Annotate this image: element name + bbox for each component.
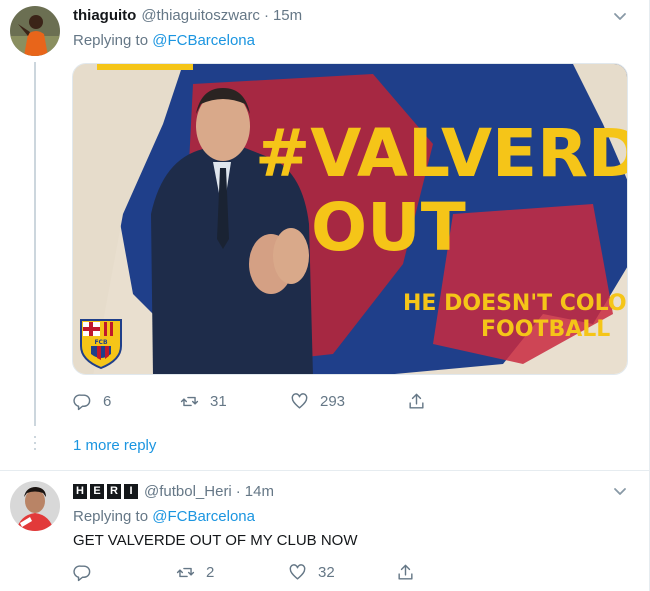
replying-prefix: Replying to [73,32,149,49]
crest-text: FCB [94,339,108,346]
retweet-count: 31 [210,393,227,410]
name-char: H [73,484,87,499]
like-button[interactable]: 32 [288,563,396,582]
reply-icon [73,394,91,411]
replying-to-link[interactable]: @FCBarcelona [152,32,255,49]
headline-line1: #VALVERDE [255,115,628,192]
thread-dots [34,436,36,454]
retweet-button[interactable]: 2 [176,563,288,582]
tweet-thiaguito[interactable]: thiaguito @thiaguitoszwarc · 15m Replyin… [0,0,650,470]
like-count: 293 [320,393,346,410]
chevron-down-icon[interactable] [612,483,628,499]
share-icon [398,564,413,580]
reply-count: 6 [103,393,112,410]
user-handle[interactable]: @futbol_Heri [144,483,232,500]
share-icon [409,393,424,409]
replying-to-link[interactable]: @FCBarcelona [152,508,255,525]
heart-icon [291,393,308,409]
tweet-header: thiaguito @thiaguitoszwarc · 15m [73,7,302,24]
tweet-image[interactable]: #VALVERDE OUT HE DOESN'T COLOR FOOTBALL … [72,63,628,375]
reply-button[interactable] [73,563,176,582]
name-char: I [124,484,138,499]
tweet-text: GET VALVERDE OUT OF MY CLUB NOW [73,532,358,549]
replying-to: Replying to @FCBarcelona [73,508,255,525]
retweet-button[interactable]: 31 [180,392,290,411]
avatar[interactable] [10,481,60,531]
subheadline-line1: HE DOESN'T COLOR [403,291,628,316]
display-name[interactable]: thiaguito [73,7,136,24]
retweet-count: 2 [206,564,215,581]
more-replies-link[interactable]: 1 more reply [73,437,156,454]
replying-to: Replying to @FCBarcelona [73,32,255,49]
display-name[interactable]: H E R I [73,484,138,499]
fcb-crest-icon: FCB [80,319,122,370]
timestamp[interactable]: 15m [273,7,302,24]
chevron-down-icon[interactable] [612,8,628,24]
headline-line2: OUT [311,189,466,266]
separator-dot: · [235,483,241,500]
reply-button[interactable]: 6 [73,392,180,411]
share-button[interactable] [407,392,426,411]
tweet-futbol-heri[interactable]: H E R I @futbol_Heri · 14m Replying to @… [0,470,650,591]
replying-prefix: Replying to [73,508,149,525]
like-button[interactable]: 293 [290,392,407,411]
heart-icon [289,564,306,580]
avatar[interactable] [10,6,60,56]
reply-icon [73,565,91,582]
user-handle[interactable]: @thiaguitoszwarc [141,7,260,24]
separator-dot: · [263,7,269,24]
subheadline-line2: FOOTBALL [481,317,610,342]
thread-line [34,62,36,426]
name-char: R [107,484,121,499]
tweet-actions: 2 32 [73,563,415,582]
tweet-header: H E R I @futbol_Heri · 14m [73,483,274,500]
name-char: E [90,484,104,499]
share-button[interactable] [396,563,415,582]
timestamp[interactable]: 14m [245,483,274,500]
tweet-actions: 6 31 293 [73,392,426,411]
retweet-icon [176,567,195,578]
like-count: 32 [318,564,335,581]
retweet-icon [180,396,199,407]
